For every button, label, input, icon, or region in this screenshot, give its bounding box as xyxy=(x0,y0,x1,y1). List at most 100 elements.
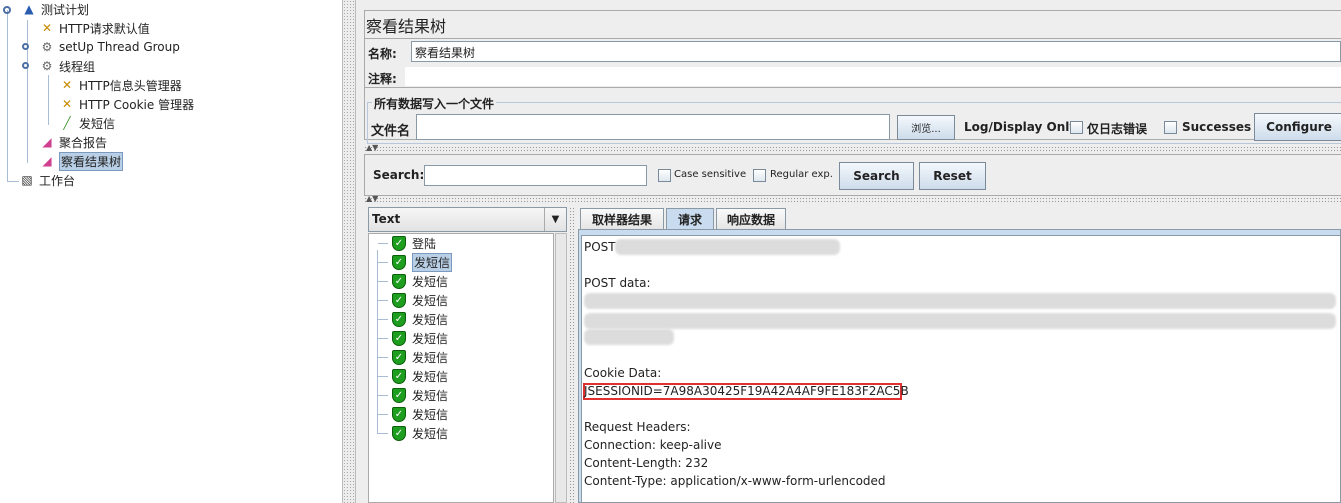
success-shield-icon: ✓ xyxy=(392,235,406,251)
result-item[interactable]: ✓ 发短信 xyxy=(378,329,448,347)
success-shield-icon: ✓ xyxy=(392,292,406,308)
result-item-label: 发短信 xyxy=(412,407,449,422)
case-sensitive-label: Case sensitive xyxy=(674,169,747,180)
header-line: Content-Length: 232 xyxy=(584,456,709,470)
wrench-icon: ✕ xyxy=(61,78,73,92)
result-item[interactable]: ✓ 发短信 xyxy=(378,348,448,366)
results-splitter[interactable] xyxy=(569,207,576,503)
success-shield-icon: ✓ xyxy=(392,368,406,384)
result-item[interactable]: ✓ 发短信 xyxy=(378,310,448,328)
tree-item-header-manager[interactable]: ✕ HTTP信息头管理器 xyxy=(58,76,182,94)
result-item-label: 发短信 xyxy=(412,426,449,441)
notepad-icon: ▧ xyxy=(21,173,33,187)
result-item[interactable]: ✓ 发短信 xyxy=(378,252,453,272)
search-label: Search: xyxy=(373,168,425,182)
result-item-label: 发短信 xyxy=(412,274,449,289)
reset-button[interactable]: Reset xyxy=(919,162,986,190)
page-title: 察看结果树 xyxy=(366,17,447,36)
result-item-label: 发短信 xyxy=(412,350,449,365)
splitter[interactable] xyxy=(364,197,1341,204)
tree-item-thread-group[interactable]: ⚙ 线程组 xyxy=(38,57,95,75)
redacted-post-data xyxy=(584,313,1336,329)
collapse-arrows-icon[interactable]: ▲▼ xyxy=(366,194,378,203)
success-shield-icon: ✓ xyxy=(392,273,406,289)
result-item-label: 发短信 xyxy=(412,369,449,384)
expand-toggle[interactable] xyxy=(22,43,29,50)
post-data-label: POST data: xyxy=(584,276,651,290)
comment-input[interactable] xyxy=(405,67,1341,86)
tree-item-workbench[interactable]: ▧ 工作台 xyxy=(18,171,75,189)
wrench-icon: ✕ xyxy=(61,97,73,111)
tab-request[interactable]: 请求 xyxy=(666,208,714,230)
success-shield-icon: ✓ xyxy=(392,387,406,403)
tree-item-send-sms[interactable]: ╱ 发短信 xyxy=(58,114,115,132)
result-item[interactable]: ✓ 发短信 xyxy=(378,291,448,309)
tree-item-test-plan[interactable]: ▲ 测试计划 xyxy=(20,0,89,18)
file-input[interactable] xyxy=(416,114,890,140)
redacted-post-data xyxy=(584,293,1336,309)
browse-button[interactable]: 浏览... xyxy=(897,115,955,140)
result-item[interactable]: ✓ 发短信 xyxy=(378,424,448,442)
success-shield-icon: ✓ xyxy=(392,254,406,270)
success-shield-icon: ✓ xyxy=(392,330,406,346)
graph-icon: ◢ xyxy=(42,154,52,168)
collapse-arrows-icon[interactable]: ▲▼ xyxy=(366,143,378,152)
tree-item-setup-thread-group[interactable]: ⚙ setUp Thread Group xyxy=(38,38,180,56)
errors-only-label: 仅日志错误 xyxy=(1087,122,1148,136)
result-item-label: 发短信 xyxy=(412,331,449,346)
success-shield-icon: ✓ xyxy=(392,311,406,327)
successes-label: Successes xyxy=(1182,120,1252,134)
graph-icon: ◢ xyxy=(42,135,52,149)
name-input[interactable]: 察看结果树 xyxy=(411,41,1341,62)
file-label: 文件名 xyxy=(371,124,411,139)
tab-response-data[interactable]: 响应数据 xyxy=(716,208,786,230)
expand-toggle[interactable] xyxy=(22,62,29,69)
search-button[interactable]: Search xyxy=(839,162,914,190)
pipette-icon: ╱ xyxy=(63,116,71,130)
result-item-label: 发短信 xyxy=(412,293,449,308)
header-line: Connection: keep-alive xyxy=(584,438,722,452)
result-item[interactable]: ✓ 发短信 xyxy=(378,367,448,385)
redacted-url xyxy=(615,239,840,255)
chevron-down-icon[interactable]: ▼ xyxy=(544,208,566,231)
tree-item-http-defaults[interactable]: ✕ HTTP请求默认值 xyxy=(38,19,150,37)
result-item[interactable]: ✓ 发短信 xyxy=(378,272,448,290)
cookie-data-label: Cookie Data: xyxy=(584,366,662,380)
test-plan-tree: ▲ 测试计划 ✕ HTTP请求默认值 ⚙ setUp Thread Group ⚙ 线程… xyxy=(0,0,342,503)
name-label: 名称: xyxy=(368,47,397,61)
tree-item-cookie-manager[interactable]: ✕ HTTP Cookie 管理器 xyxy=(58,95,194,113)
results-scrollbar[interactable] xyxy=(555,233,567,503)
result-item-label: 发短信 xyxy=(412,312,449,327)
configure-button[interactable]: Configure xyxy=(1254,113,1341,141)
regex-label: Regular exp. xyxy=(770,169,833,180)
wrench-icon: ✕ xyxy=(41,21,53,35)
log-display-label: Log/Display Only: xyxy=(964,120,1082,134)
cookie-value: JSESSIONID=7A98A30425F19A42A4AF9FE183F2A… xyxy=(584,384,909,398)
splitter[interactable] xyxy=(364,146,1341,153)
success-shield-icon: ✓ xyxy=(392,349,406,365)
result-item[interactable]: ✓ 发短信 xyxy=(378,405,448,423)
tree-item-aggregate-report[interactable]: ◢ 聚合报告 xyxy=(38,133,107,151)
success-shield-icon: ✓ xyxy=(392,425,406,441)
redacted-post-data xyxy=(584,329,674,345)
header-line: Content-Type: application/x-www-form-url… xyxy=(584,474,886,488)
gear-icon: ⚙ xyxy=(41,40,53,54)
regex-checkbox[interactable] xyxy=(753,169,766,182)
result-item-label: 登陆 xyxy=(412,236,437,251)
comment-label: 注释: xyxy=(368,72,397,86)
result-item[interactable]: ✓ 登陆 xyxy=(378,234,436,252)
post-label: POST xyxy=(584,240,616,254)
case-sensitive-checkbox[interactable] xyxy=(658,169,671,182)
renderer-select[interactable]: Text ▼ xyxy=(368,207,567,232)
success-shield-icon: ✓ xyxy=(392,406,406,422)
expand-toggle[interactable] xyxy=(3,6,11,14)
flask-icon: ▲ xyxy=(24,2,34,16)
split-pane-divider[interactable] xyxy=(342,0,356,503)
gear-icon: ⚙ xyxy=(41,59,53,73)
errors-only-checkbox[interactable] xyxy=(1070,121,1083,134)
tree-item-view-results-tree[interactable]: ◢ 察看结果树 xyxy=(38,151,124,171)
result-item[interactable]: ✓ 发短信 xyxy=(378,386,448,404)
search-input[interactable] xyxy=(424,165,647,186)
tab-sampler-result[interactable]: 取样器结果 xyxy=(580,208,664,230)
successes-checkbox[interactable] xyxy=(1164,121,1177,134)
